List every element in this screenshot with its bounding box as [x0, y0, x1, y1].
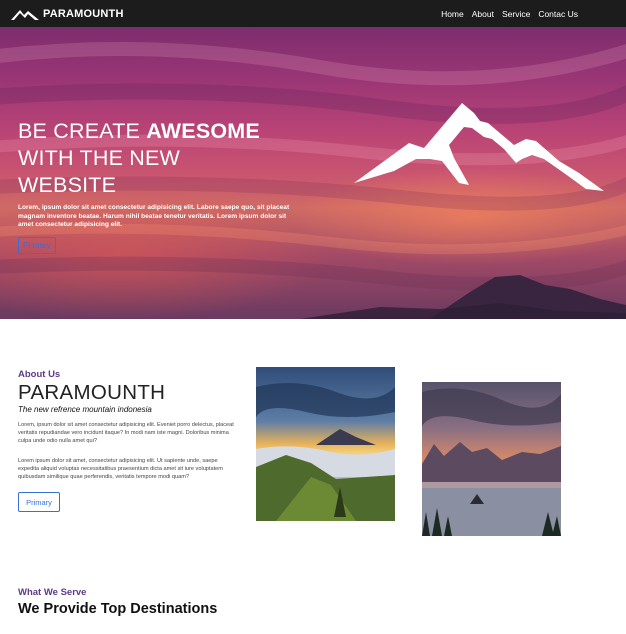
about-kicker: About Us: [18, 369, 61, 380]
about-photo-mountain-sunrise: [256, 367, 395, 521]
hero-section: BE CREATE AWESOME WITH THE NEW WEBSITE L…: [0, 27, 626, 319]
hero-title-line3: WEBSITE: [18, 173, 117, 197]
serve-title: We Provide Top Destinations: [18, 601, 218, 617]
nav-about[interactable]: About: [472, 9, 494, 19]
navbar: PARAMOUNTH Home About Service Contac Us: [0, 0, 626, 27]
nav-contact[interactable]: Contac Us: [538, 9, 578, 19]
hero-title: BE CREATE AWESOME WITH THE NEW WEBSITE: [18, 118, 318, 199]
serve-kicker: What We Serve: [18, 587, 87, 598]
about-title: PARAMOUNTH: [18, 381, 166, 404]
hero-title-bold: AWESOME: [146, 119, 260, 143]
nav-home[interactable]: Home: [441, 9, 464, 19]
hero-primary-button[interactable]: Primary: [18, 237, 56, 254]
hero-title-line2: WITH THE NEW: [18, 146, 181, 170]
hero-text: Lorem, ipsum dolor sit amet consectetur …: [18, 204, 290, 229]
brand[interactable]: PARAMOUNTH: [11, 0, 124, 27]
mountain-logo-icon: [11, 9, 39, 20]
about-paragraph-1: Lorem, ipsum dolor sit amet consectetur …: [18, 422, 234, 444]
nav-links: Home About Service Contac Us: [441, 0, 578, 27]
about-subtitle: The new refrence mountain indonesia: [18, 405, 152, 414]
about-photo-lake-sunset: [422, 382, 561, 536]
about-paragraph-2: Lorem ipsum dolor sit amet, consectetur …: [18, 458, 223, 480]
brand-name: PARAMOUNTH: [43, 7, 124, 20]
nav-service[interactable]: Service: [502, 9, 530, 19]
hero-title-prefix: BE CREATE: [18, 119, 147, 143]
about-primary-button[interactable]: Primary: [18, 492, 60, 512]
mountain-icon: [354, 103, 604, 191]
